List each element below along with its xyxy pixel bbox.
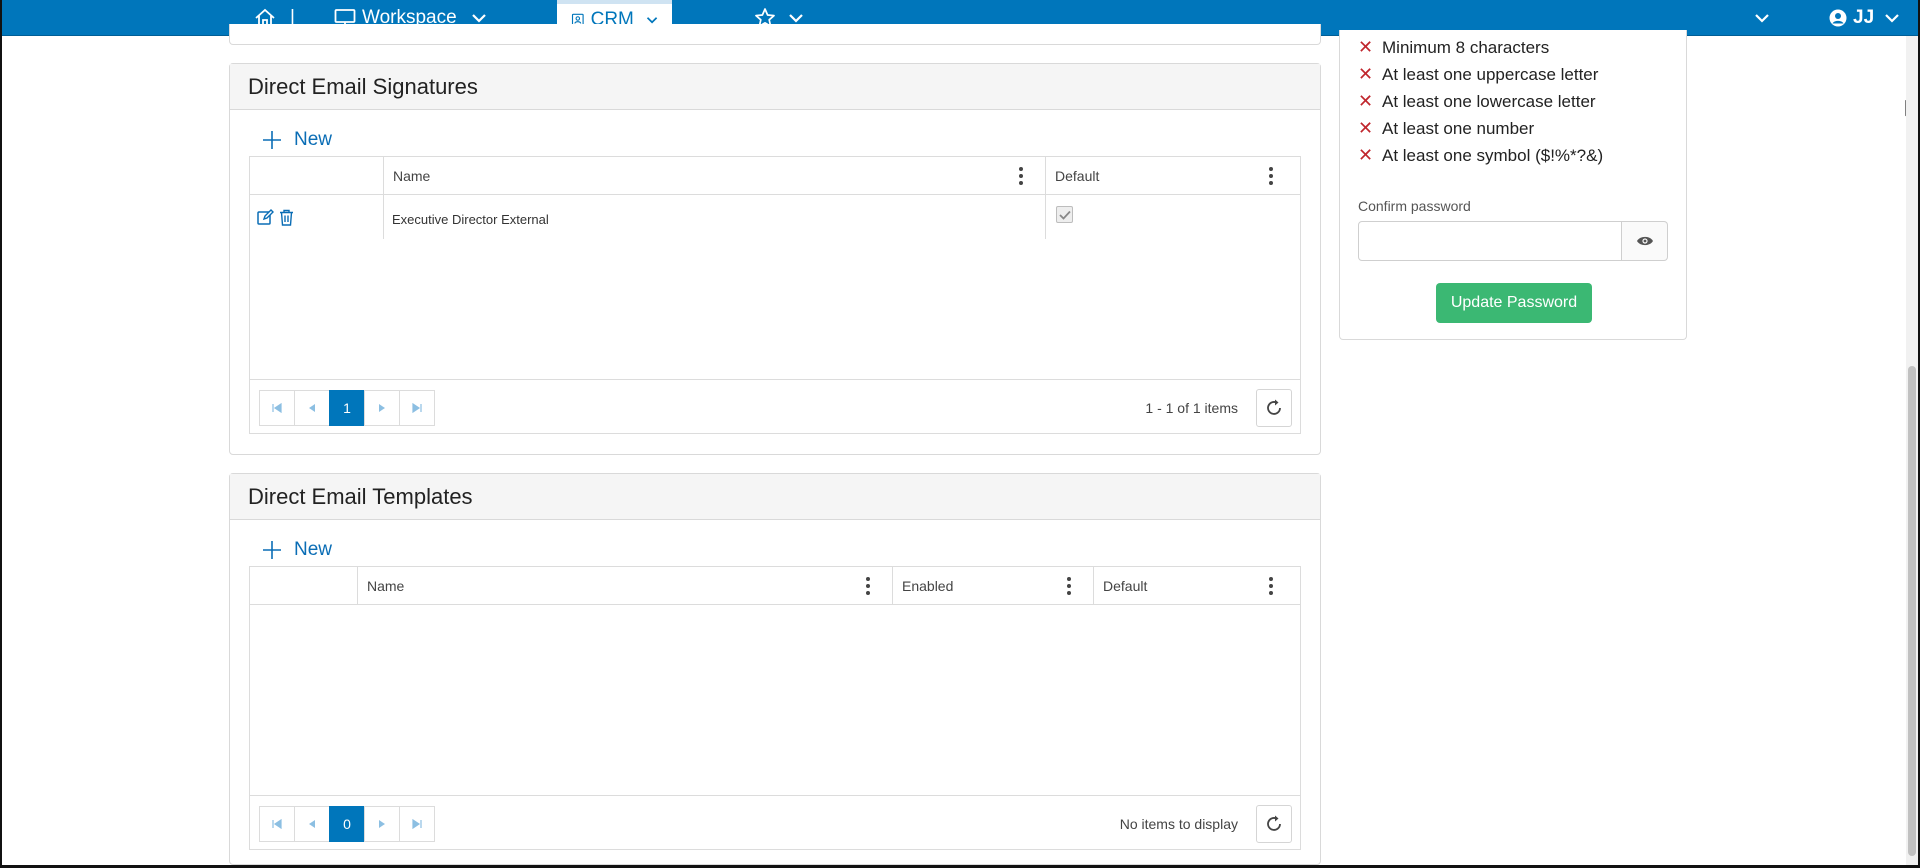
signatures-grid-header: Name Default bbox=[250, 157, 1300, 195]
password-rule: ✕ At least one lowercase letter bbox=[1358, 91, 1596, 112]
column-header-default[interactable]: Default bbox=[1045, 157, 1295, 195]
column-header-name[interactable]: Name bbox=[357, 567, 892, 605]
column-header-default[interactable]: Default bbox=[1093, 567, 1295, 605]
trash-icon[interactable] bbox=[278, 209, 295, 231]
templates-grid: Name Enabled Default 0 No items to displ… bbox=[249, 566, 1301, 850]
change-password-card: ✕ Minimum 8 characters ✕ At least one up… bbox=[1339, 30, 1687, 340]
last-page-button[interactable] bbox=[399, 390, 435, 426]
password-rule-text: At least one symbol ($!%*?&) bbox=[1382, 145, 1604, 165]
column-menu-icon[interactable] bbox=[1019, 167, 1023, 185]
pager-info: 1 - 1 of 1 items bbox=[1145, 400, 1238, 416]
column-menu-icon[interactable] bbox=[1269, 167, 1273, 185]
last-page-icon bbox=[412, 403, 422, 413]
signature-name: Executive Director External bbox=[392, 212, 549, 227]
chevron-down-icon bbox=[1885, 14, 1899, 23]
first-page-icon bbox=[272, 819, 282, 829]
first-page-button[interactable] bbox=[259, 390, 295, 426]
prev-page-button[interactable] bbox=[294, 806, 330, 842]
user-initials: JJ bbox=[1853, 7, 1875, 28]
templates-title: Direct Email Templates bbox=[230, 474, 1320, 520]
chevron-down-icon bbox=[789, 14, 803, 23]
signatures-pager: 1 1 - 1 of 1 items bbox=[250, 379, 1300, 433]
plus-icon bbox=[263, 541, 281, 559]
new-signature-label: New bbox=[294, 129, 333, 150]
password-rule-text: At least one uppercase letter bbox=[1382, 64, 1599, 84]
password-rule: ✕ At least one symbol ($!%*?&) bbox=[1358, 145, 1603, 166]
first-page-icon bbox=[272, 403, 282, 413]
current-page-button[interactable]: 0 bbox=[329, 806, 365, 842]
chevron-down-icon bbox=[1755, 14, 1769, 23]
column-menu-icon[interactable] bbox=[1067, 577, 1071, 595]
update-password-button[interactable]: Update Password bbox=[1436, 283, 1592, 323]
pager-info: No items to display bbox=[1119, 816, 1238, 832]
first-page-button[interactable] bbox=[259, 806, 295, 842]
prev-page-button[interactable] bbox=[294, 390, 330, 426]
templates-panel: Direct Email Templates New Name Enabled … bbox=[229, 473, 1321, 865]
templates-grid-header: Name Enabled Default bbox=[250, 567, 1300, 605]
password-rule: ✕ At least one uppercase letter bbox=[1358, 64, 1598, 85]
next-page-button[interactable] bbox=[364, 390, 400, 426]
table-row: Executive Director External bbox=[250, 195, 1300, 239]
signatures-grid: Name Default Executive Director External bbox=[249, 156, 1301, 434]
new-signature-button[interactable]: New bbox=[262, 129, 332, 151]
show-password-button[interactable] bbox=[1622, 221, 1668, 261]
plus-icon bbox=[263, 131, 281, 149]
x-icon: ✕ bbox=[1358, 145, 1374, 165]
x-icon: ✕ bbox=[1358, 91, 1374, 111]
templates-pager: 0 No items to display bbox=[250, 795, 1300, 849]
signatures-panel: Direct Email Signatures New Name Default bbox=[229, 63, 1321, 455]
new-template-label: New bbox=[294, 539, 333, 560]
refresh-icon bbox=[1267, 815, 1281, 831]
column-label: Default bbox=[1103, 578, 1148, 594]
user-circle-icon bbox=[1829, 9, 1847, 27]
current-page-button[interactable]: 1 bbox=[329, 390, 365, 426]
new-template-button[interactable]: New bbox=[262, 539, 332, 561]
refresh-button[interactable] bbox=[1256, 805, 1292, 843]
x-icon: ✕ bbox=[1358, 64, 1374, 84]
scrollbar-thumb[interactable] bbox=[1908, 366, 1916, 856]
signatures-title: Direct Email Signatures bbox=[230, 64, 1320, 110]
default-checkbox bbox=[1056, 206, 1073, 223]
confirm-password-input[interactable] bbox=[1358, 221, 1622, 261]
column-label: Name bbox=[393, 168, 431, 184]
next-page-button[interactable] bbox=[364, 806, 400, 842]
password-rule: ✕ At least one number bbox=[1358, 118, 1534, 139]
x-icon: ✕ bbox=[1358, 118, 1374, 138]
prev-page-icon bbox=[309, 404, 315, 412]
column-header-enabled[interactable]: Enabled bbox=[892, 567, 1093, 605]
confirm-password-label: Confirm password bbox=[1358, 198, 1471, 214]
column-label: Enabled bbox=[902, 578, 954, 594]
more-menu[interactable] bbox=[1754, 0, 1770, 36]
chevron-down-icon bbox=[471, 14, 486, 23]
page-scrollbar[interactable] bbox=[1906, 36, 1918, 865]
password-rule: ✕ Minimum 8 characters bbox=[1358, 37, 1549, 58]
x-icon: ✕ bbox=[1358, 37, 1374, 57]
next-page-icon bbox=[379, 404, 385, 412]
password-rule-text: At least one lowercase letter bbox=[1382, 91, 1596, 111]
next-page-icon bbox=[379, 820, 385, 828]
last-page-button[interactable] bbox=[399, 806, 435, 842]
column-menu-icon[interactable] bbox=[866, 577, 870, 595]
check-icon bbox=[1058, 210, 1071, 220]
column-header-name[interactable]: Name bbox=[383, 157, 1045, 195]
column-label: Default bbox=[1055, 168, 1100, 184]
last-page-icon bbox=[412, 819, 422, 829]
password-rule-text: Minimum 8 characters bbox=[1382, 37, 1550, 57]
refresh-icon bbox=[1267, 399, 1281, 415]
column-label: Name bbox=[367, 578, 405, 594]
column-menu-icon[interactable] bbox=[1269, 577, 1273, 595]
edit-icon[interactable] bbox=[257, 209, 274, 231]
refresh-button[interactable] bbox=[1256, 389, 1292, 427]
previous-panel-bottom bbox=[229, 24, 1321, 45]
prev-page-icon bbox=[309, 820, 315, 828]
password-rule-text: At least one number bbox=[1382, 118, 1535, 138]
user-menu[interactable]: JJ bbox=[1829, 0, 1900, 36]
eye-icon bbox=[1636, 236, 1653, 246]
